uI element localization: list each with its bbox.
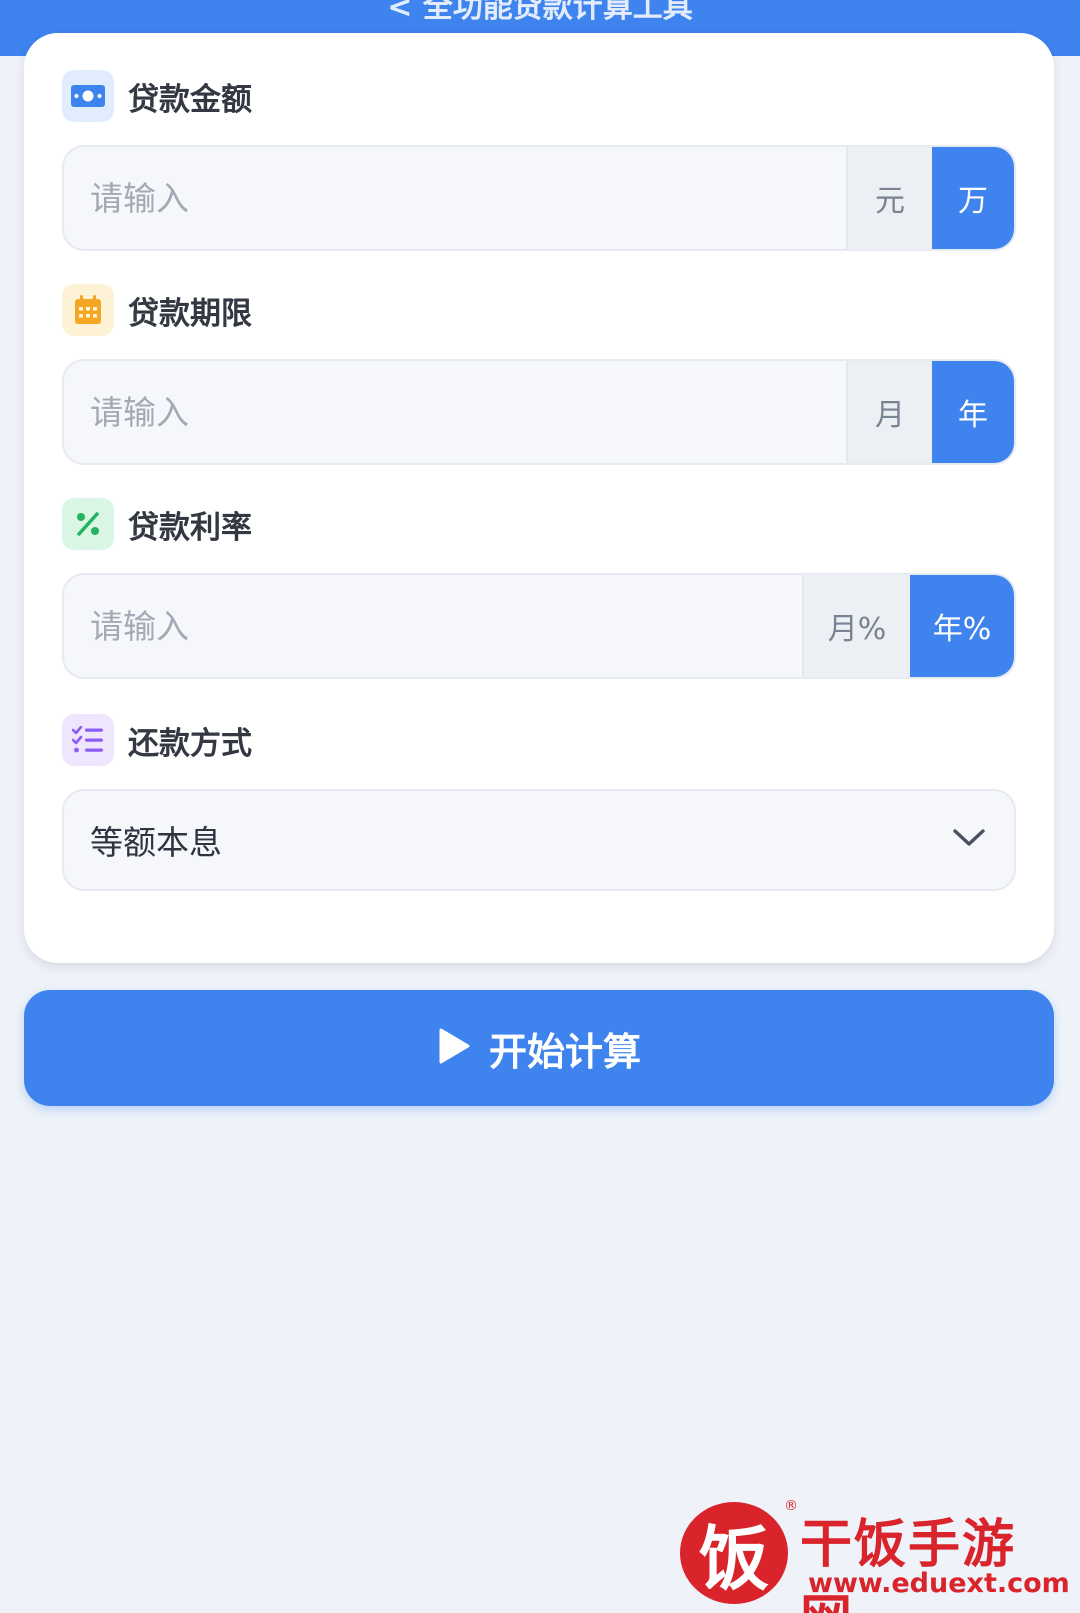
watermark-logo: 饭 — [680, 1502, 788, 1604]
chevron-down-icon — [952, 828, 986, 852]
percent-icon — [62, 498, 114, 550]
watermark-registered-mark: ® — [784, 1498, 798, 1514]
repayment-label: 还款方式 — [62, 713, 252, 767]
calendar-icon — [62, 284, 114, 336]
repayment-select[interactable]: 等额本息 — [62, 789, 1016, 891]
repayment-label-text: 还款方式 — [128, 725, 252, 762]
rate-unit-yearly[interactable]: 年% — [910, 575, 1014, 677]
site-watermark: 饭 ® 干饭手游网 www.eduext.com — [680, 1498, 1070, 1613]
term-label-text: 贷款期限 — [128, 295, 252, 332]
rate-field: 月% 年% — [62, 573, 1016, 679]
amount-label-text: 贷款金额 — [128, 81, 252, 118]
term-unit-year[interactable]: 年 — [932, 361, 1014, 463]
amount-unit-wan[interactable]: 万 — [932, 147, 1014, 249]
page-title: < 全功能贷款计算工具 — [387, 0, 693, 25]
money-icon — [62, 70, 114, 122]
list-check-icon — [62, 714, 114, 766]
rate-input[interactable] — [64, 575, 802, 677]
calculate-button-label: 开始计算 — [488, 1029, 641, 1074]
rate-label-text: 贷款利率 — [128, 509, 252, 546]
amount-field: 元 万 — [62, 145, 1016, 251]
calculate-button[interactable]: 开始计算 — [24, 990, 1054, 1106]
rate-label: 贷款利率 — [62, 497, 252, 551]
term-label: 贷款期限 — [62, 283, 252, 337]
repayment-selected-value: 等额本息 — [90, 823, 222, 862]
rate-unit-monthly[interactable]: 月% — [802, 575, 910, 677]
play-icon — [437, 1027, 471, 1069]
watermark-url: www.eduext.com — [808, 1568, 1070, 1599]
term-unit-month[interactable]: 月 — [846, 361, 932, 463]
amount-input[interactable] — [64, 147, 846, 249]
amount-unit-yuan[interactable]: 元 — [846, 147, 932, 249]
term-field: 月 年 — [62, 359, 1016, 465]
loan-form-card: 贷款金额 元 万 贷款期限 月 年 — [24, 33, 1054, 963]
term-input[interactable] — [64, 361, 846, 463]
amount-label: 贷款金额 — [62, 69, 252, 123]
